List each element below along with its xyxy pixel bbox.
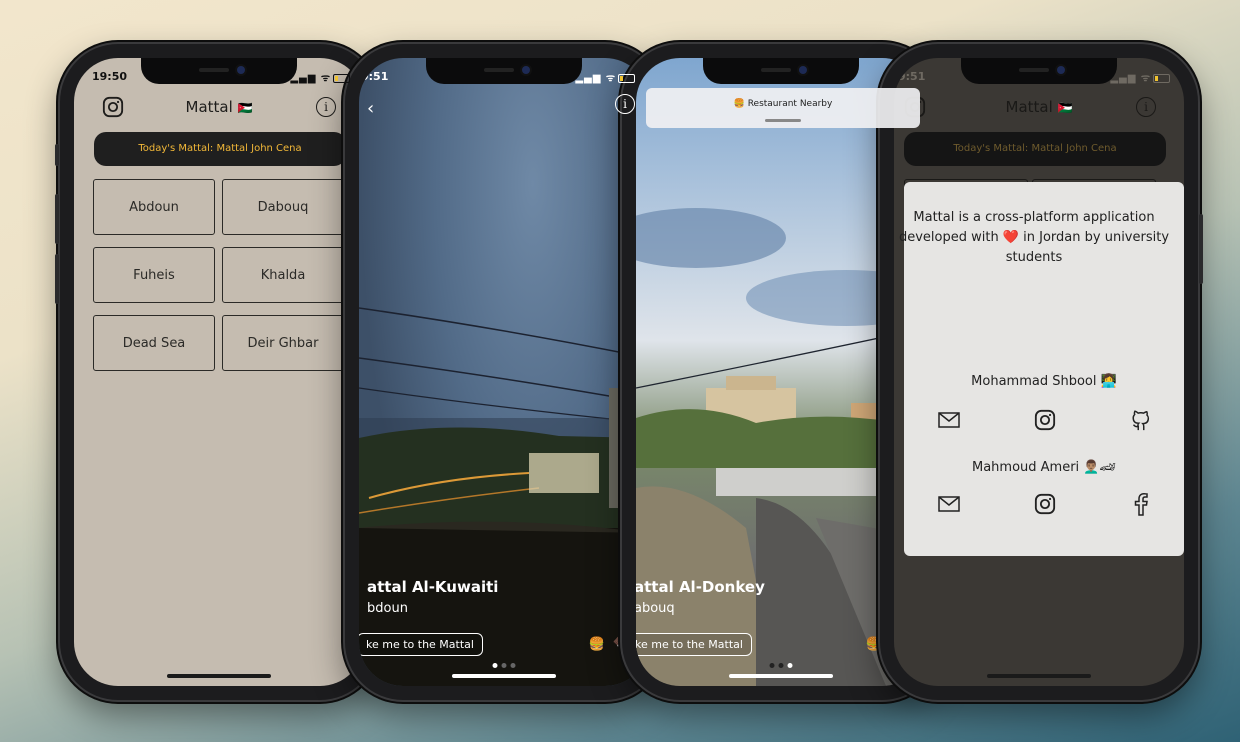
page-dots: [769, 663, 793, 668]
home-indicator[interactable]: [167, 674, 271, 678]
drag-handle[interactable]: [765, 119, 801, 122]
app-title-text: Mattal: [185, 98, 233, 116]
app-header: Mattal 🇯🇴 i: [74, 94, 364, 122]
developer-links: [934, 406, 1156, 434]
jordan-flag-icon: 🇯🇴: [237, 101, 253, 115]
notch: [961, 58, 1117, 84]
home-indicator[interactable]: [452, 674, 556, 678]
phone-about-modal: 9:51 ▂▄▆ ᯤ Mattal 🇯🇴 i Today's Mattal: M…: [880, 44, 1203, 700]
todays-mattal-banner[interactable]: Today's Mattal: Mattal John Cena: [94, 132, 346, 166]
info-icon[interactable]: i: [615, 94, 635, 114]
info-icon[interactable]: i: [1136, 97, 1156, 117]
facebook-icon[interactable]: [1126, 490, 1156, 518]
place-title: attal Al-Donkey: [636, 578, 765, 596]
info-icon[interactable]: i: [316, 97, 336, 117]
region-button-abdoun[interactable]: Abdoun: [93, 179, 215, 235]
screen: 19:50 ▂▄▆ ᯤ Mattal 🇯🇴 i Today's Mattal: …: [74, 58, 364, 686]
phone-home-screen: 19:50 ▂▄▆ ᯤ Mattal 🇯🇴 i Today's Mattal: …: [55, 44, 378, 700]
page-dot[interactable]: [492, 663, 498, 668]
page-dot[interactable]: [501, 663, 507, 668]
page-dot[interactable]: [787, 663, 793, 668]
notch: [426, 58, 582, 84]
side-button: [1199, 214, 1203, 284]
take-me-button[interactable]: ke me to the Mattal: [636, 633, 752, 656]
place-area: bdoun: [367, 601, 408, 616]
app-title-text: Mattal: [1005, 98, 1053, 116]
region-button-khalda[interactable]: Khalda: [222, 247, 344, 303]
region-button-dabouq[interactable]: Dabouq: [222, 179, 344, 235]
jordan-flag-icon: 🇯🇴: [1057, 101, 1073, 115]
instagram-icon[interactable]: [1030, 490, 1060, 518]
about-modal: Mattal is a cross-platform application d…: [899, 182, 1184, 556]
home-indicator[interactable]: [987, 674, 1091, 678]
side-button: [55, 254, 59, 304]
github-icon[interactable]: [1126, 406, 1156, 434]
side-button: [55, 194, 59, 244]
page-dot[interactable]: [778, 663, 784, 668]
phone-place-kuwaiti: 9:51 ▂▄▆ ᯤ ‹ i attal Al-Kuwaiti bdoun ke…: [345, 44, 663, 700]
mail-icon[interactable]: [934, 490, 964, 518]
screen: 9:51 ▂▄▆ ᯤ Mattal 🇯🇴 i Today's Mattal: M…: [894, 58, 1184, 686]
place-area: abouq: [636, 601, 675, 616]
page-dots: [492, 663, 516, 668]
todays-mattal-banner: Today's Mattal: Mattal John Cena: [904, 132, 1166, 166]
notch: [703, 58, 859, 84]
page-dot[interactable]: [510, 663, 516, 668]
developer-name: Mahmoud Ameri 👨🏽‍🦱🏎: [972, 460, 1116, 475]
status-icons: ▂▄▆ ᯤ: [575, 70, 635, 84]
screen: 9:51 ▂▄▆ ᯤ ‹ i attal Al-Kuwaiti bdoun ke…: [359, 58, 649, 686]
region-button-deir-ghbar[interactable]: Deir Ghbar: [222, 315, 344, 371]
toast-text: 🍔 Restaurant Nearby: [733, 99, 833, 109]
developer-name: Mohammad Shbool 👩‍💻: [971, 374, 1117, 389]
status-icons: ▂▄▆ ᯤ: [290, 70, 350, 84]
notch: [141, 58, 297, 84]
mail-icon[interactable]: [934, 406, 964, 434]
app-header: Mattal 🇯🇴 i: [894, 94, 1184, 122]
region-grid: Abdoun Dabouq Fuheis Khalda Dead Sea Dei…: [93, 179, 345, 371]
status-time: 9:51: [361, 70, 389, 83]
region-button-fuheis[interactable]: Fuheis: [93, 247, 215, 303]
take-me-button[interactable]: ke me to the Mattal: [359, 633, 483, 656]
region-button-dead-sea[interactable]: Dead Sea: [93, 315, 215, 371]
status-time: 19:50: [92, 70, 128, 83]
developer-links: [934, 490, 1156, 518]
restaurant-nearby-notification[interactable]: 🍔 Restaurant Nearby: [646, 88, 920, 128]
about-text: Mattal is a cross-platform application d…: [898, 210, 1170, 265]
instagram-icon[interactable]: [1030, 406, 1060, 434]
status-icons: ▂▄▆ ᯤ: [1110, 70, 1170, 84]
place-title: attal Al-Kuwaiti: [367, 578, 499, 596]
back-chevron-icon[interactable]: ‹: [367, 98, 374, 119]
page-dot[interactable]: [769, 663, 775, 668]
side-button: [55, 144, 59, 166]
home-indicator[interactable]: [729, 674, 833, 678]
status-time: 9:51: [898, 70, 926, 83]
